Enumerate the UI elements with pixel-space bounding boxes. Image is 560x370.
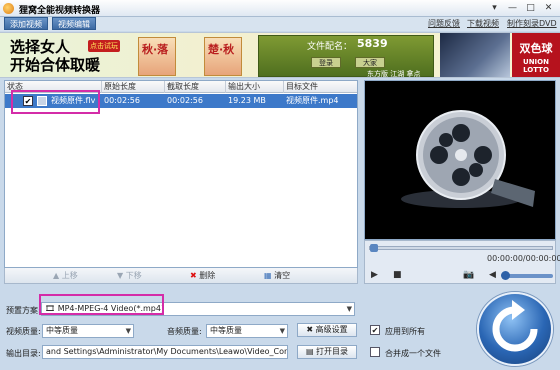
output-size: 19.23 MB xyxy=(228,96,266,105)
merge-label: 合并成一个文件 xyxy=(385,349,441,358)
cut-length: 00:02:56 xyxy=(167,96,203,105)
video-preview[interactable] xyxy=(364,80,556,240)
original-length: 00:02:56 xyxy=(104,96,140,105)
chevron-down-icon: ▼ xyxy=(279,327,285,335)
download-video-link[interactable]: 下载视频 xyxy=(467,18,499,29)
feedback-link[interactable]: 问题反馈 xyxy=(428,18,460,29)
folder-icon: ▤ xyxy=(305,347,317,356)
minimize-icon[interactable]: — xyxy=(506,2,519,14)
ad-headline: 选择女人 开始合体取暖 xyxy=(10,38,101,74)
clear-icon: ▦ xyxy=(264,271,272,280)
burn-dvd-link[interactable]: 制作刻录DVD xyxy=(507,18,557,29)
ad-play-badge[interactable]: 点击试玩 xyxy=(88,40,120,52)
close-icon[interactable]: ✕ xyxy=(542,2,555,14)
open-directory-button[interactable]: ▤ 打开目录 xyxy=(297,345,357,359)
volume-slider[interactable] xyxy=(501,271,553,280)
clear-button[interactable]: ▦ 清空 xyxy=(264,270,290,282)
title-bar: 狸窝全能视频转换器 ▾ — □ ✕ xyxy=(0,0,560,17)
app-logo-icon xyxy=(3,3,14,14)
edit-video-button[interactable]: 视频编辑 xyxy=(52,17,96,30)
film-reel-icon xyxy=(401,110,535,208)
list-button-bar: ▲ 上移 ▼ 下移 ✖ 删除 ▦ 清空 xyxy=(4,268,358,284)
move-up-button[interactable]: ▲ 上移 xyxy=(53,270,78,282)
annotation-highlight xyxy=(39,294,164,315)
toolbar: 添加视频 视频编辑 问题反馈 下载视频 制作刻录DVD xyxy=(0,17,560,31)
preset-label: 预置方案: xyxy=(6,306,41,315)
convert-refresh-icon xyxy=(492,300,538,352)
column-cut-length[interactable]: 截取长度 xyxy=(165,81,226,93)
column-output-size[interactable]: 输出大小 xyxy=(226,81,284,93)
ad-warrior-image[interactable] xyxy=(440,33,510,77)
player-controls: 00:00:00/00:00:00 ▶ ■ 📷 ◀ xyxy=(364,240,560,284)
merge-checkbox[interactable] xyxy=(370,347,380,357)
play-icon[interactable]: ▶ xyxy=(371,270,378,280)
annotation-highlight xyxy=(11,90,100,114)
volume-handle[interactable] xyxy=(501,271,510,280)
window-title: 狸窝全能视频转换器 xyxy=(19,6,101,16)
lotto-ad[interactable]: 双色球 UNION LOTTO xyxy=(512,33,560,77)
seek-bar[interactable] xyxy=(369,244,553,252)
audio-quality-label: 音频质量: xyxy=(167,327,202,336)
seek-handle[interactable] xyxy=(370,244,378,252)
wrench-icon: ✖ xyxy=(306,325,316,334)
delete-button[interactable]: ✖ 删除 xyxy=(190,270,215,282)
playback-time: 00:00:00/00:00:00 xyxy=(487,254,560,263)
video-quality-select[interactable]: 中等质量 ▼ xyxy=(42,324,134,338)
advanced-settings-button[interactable]: ✖ 高级设置 xyxy=(297,323,357,337)
target-file: 视频原件.mp4 xyxy=(286,96,339,105)
apply-all-checkbox[interactable]: ✔ xyxy=(370,325,380,335)
audio-quality-select[interactable]: 中等质量 ▼ xyxy=(206,324,288,338)
volume-icon[interactable]: ◀ xyxy=(489,270,496,280)
video-quality-label: 视频质量: xyxy=(6,327,41,336)
snapshot-icon[interactable]: 📷 xyxy=(463,270,474,280)
delete-icon: ✖ xyxy=(190,271,197,280)
output-dir-label: 输出目录: xyxy=(6,349,41,358)
ad-character-card[interactable]: 楚·秋 xyxy=(204,37,242,76)
move-down-button[interactable]: ▼ 下移 xyxy=(117,270,142,282)
menu-dropdown-icon[interactable]: ▾ xyxy=(488,2,501,14)
column-target-file[interactable]: 目标文件 xyxy=(284,81,357,93)
ad-game-box[interactable]: 文件配名： 5839 登录 大家 东方版 江湖 拿点 xyxy=(258,35,434,77)
add-video-button[interactable]: 添加视频 xyxy=(4,17,48,30)
ad-banner[interactable]: 选择女人 开始合体取暖 点击试玩 秋·落 楚·秋 文件配名： 5839 登录 大… xyxy=(0,32,560,78)
convert-button[interactable] xyxy=(477,292,553,366)
stop-icon[interactable]: ■ xyxy=(393,270,402,280)
chevron-down-icon: ▼ xyxy=(346,305,352,313)
apply-all-label: 应用到所有 xyxy=(385,327,425,336)
ad-character-card[interactable]: 秋·落 xyxy=(138,37,176,76)
output-path-field[interactable]: and Settings\Administrator\My Documents\… xyxy=(42,345,288,359)
maximize-icon[interactable]: □ xyxy=(524,2,537,14)
column-original-length[interactable]: 原始长度 xyxy=(102,81,165,93)
chevron-down-icon: ▼ xyxy=(125,327,131,335)
